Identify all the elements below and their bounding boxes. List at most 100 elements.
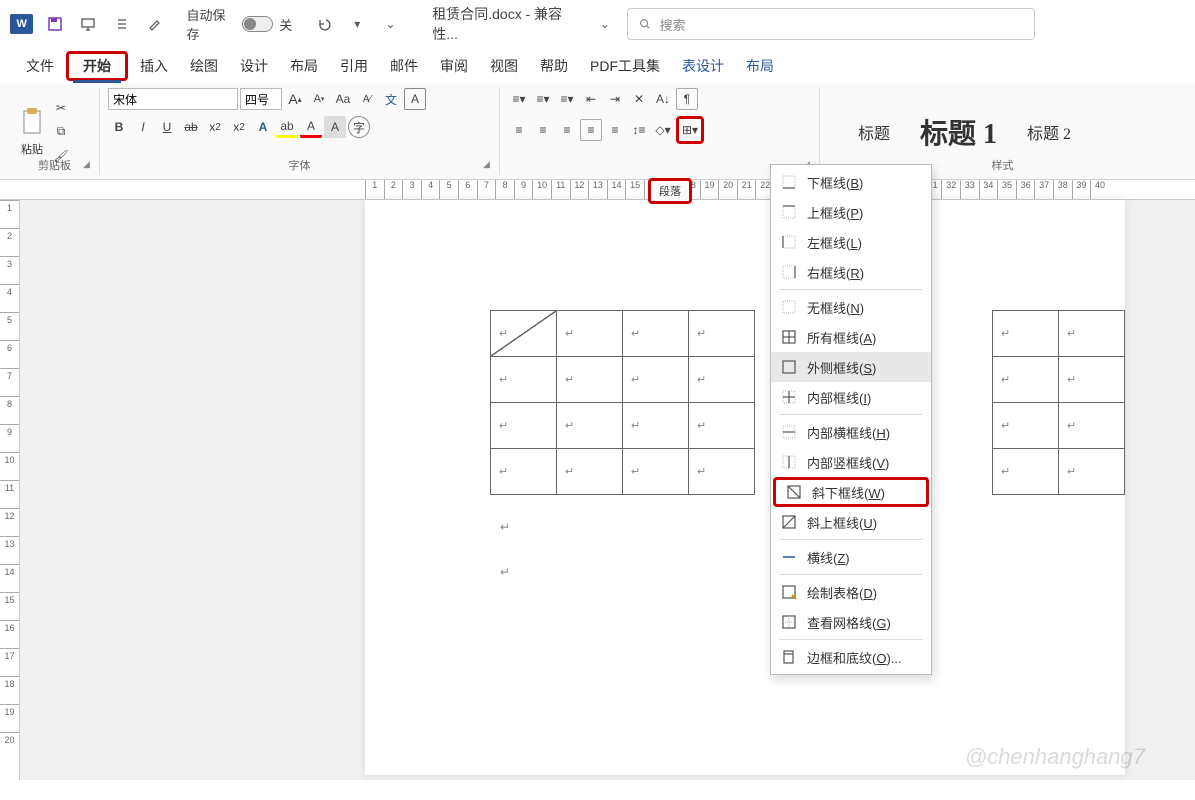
tab-references[interactable]: 引用 <box>330 50 378 82</box>
menu-borders-shading[interactable]: 边框和底纹(O)... <box>771 642 931 672</box>
menu-border-right[interactable]: 右框线(R) <box>771 257 931 287</box>
tab-file[interactable]: 文件 <box>16 50 64 82</box>
table-cell[interactable]: ↵ <box>623 449 689 495</box>
table-cell[interactable]: ↵ <box>689 449 755 495</box>
customize-qat-icon[interactable]: ⌄ <box>379 12 402 36</box>
underline-button[interactable]: U <box>156 116 178 138</box>
menu-border-all[interactable]: 所有框线(A) <box>771 322 931 352</box>
justify-icon[interactable]: ≡ <box>580 119 602 141</box>
subscript-button[interactable]: x2 <box>204 116 226 138</box>
menu-diag-up[interactable]: 斜上框线(U) <box>771 507 931 537</box>
save-icon[interactable] <box>43 12 66 36</box>
present-icon[interactable] <box>77 12 100 36</box>
table-cell[interactable]: ↵ <box>992 357 1058 403</box>
align-left-icon[interactable]: ≡ <box>508 119 530 141</box>
menu-border-top[interactable]: 上框线(P) <box>771 197 931 227</box>
show-marks-icon[interactable]: ¶ <box>676 88 698 110</box>
menu-border-outside[interactable]: 外侧框线(S) <box>771 352 931 382</box>
list-icon[interactable] <box>110 12 133 36</box>
toggle-switch[interactable] <box>242 16 273 32</box>
style-title[interactable]: 标题 <box>858 120 890 144</box>
tab-review[interactable]: 审阅 <box>430 50 478 82</box>
menu-border-left[interactable]: 左框线(L) <box>771 227 931 257</box>
multilevel-icon[interactable]: ≡▾ <box>556 88 578 110</box>
menu-border-inside-h[interactable]: 内部横框线(H) <box>771 417 931 447</box>
bold-button[interactable]: B <box>108 116 130 138</box>
style-heading2[interactable]: 标题 2 <box>1027 120 1071 144</box>
tab-layout[interactable]: 布局 <box>280 50 328 82</box>
tab-pdf[interactable]: PDF工具集 <box>580 50 670 82</box>
italic-button[interactable]: I <box>132 116 154 138</box>
tab-table-layout[interactable]: 布局 <box>736 50 784 82</box>
table-cell[interactable]: ↵ <box>689 403 755 449</box>
asian-layout-icon[interactable]: ✕ <box>628 88 650 110</box>
increase-indent-icon[interactable]: ⇥ <box>604 88 626 110</box>
char-border-icon[interactable]: A <box>404 88 426 110</box>
brush-icon[interactable] <box>143 12 166 36</box>
font-name-select[interactable] <box>108 88 238 110</box>
copy-icon[interactable]: ⧉ <box>50 121 72 143</box>
menu-draw-table[interactable]: 绘制表格(D) <box>771 577 931 607</box>
style-heading1[interactable]: 标题 1 <box>920 112 997 152</box>
table-cell[interactable]: ↵ <box>557 449 623 495</box>
change-case-icon[interactable]: Aa <box>332 88 354 110</box>
menu-border-none[interactable]: 无框线(N) <box>771 292 931 322</box>
search-input[interactable]: 搜索 <box>627 8 1035 40</box>
table-cell[interactable]: ↵ <box>623 403 689 449</box>
menu-hline[interactable]: 横线(Z) <box>771 542 931 572</box>
borders-button[interactable]: ⊞▾ <box>679 119 701 141</box>
grow-font-icon[interactable]: A▴ <box>284 88 306 110</box>
align-right-icon[interactable]: ≡ <box>556 119 578 141</box>
table-cell[interactable]: ↵ <box>1058 449 1124 495</box>
line-spacing-icon[interactable]: ↕≡ <box>628 119 650 141</box>
table-cell[interactable]: ↵ <box>1058 357 1124 403</box>
table-cell[interactable]: ↵ <box>623 357 689 403</box>
menu-border-inside-v[interactable]: 内部竖框线(V) <box>771 447 931 477</box>
menu-view-grid[interactable]: 查看网格线(G) <box>771 607 931 637</box>
tab-draw[interactable]: 绘图 <box>180 50 228 82</box>
table-cell[interactable]: ↵ <box>1058 403 1124 449</box>
align-center-icon[interactable]: ≡ <box>532 119 554 141</box>
sort-icon[interactable]: A↓ <box>652 88 674 110</box>
distributed-icon[interactable]: ≡ <box>604 119 626 141</box>
vertical-ruler[interactable]: 1234567891011121314151617181920 <box>0 200 20 780</box>
tab-view[interactable]: 视图 <box>480 50 528 82</box>
tab-insert[interactable]: 插入 <box>130 50 178 82</box>
menu-border-inside[interactable]: 内部框线(I) <box>771 382 931 412</box>
enclose-char-icon[interactable]: 字 <box>348 116 370 138</box>
font-color-icon[interactable]: A <box>300 116 322 138</box>
menu-border-bottom[interactable]: 下框线(B) <box>771 167 931 197</box>
tab-table-design[interactable]: 表设计 <box>672 50 734 82</box>
table-cell[interactable]: ↵ <box>689 311 755 357</box>
table-cell[interactable]: ↵ <box>557 311 623 357</box>
tab-home[interactable]: 开始 <box>73 52 121 83</box>
table-cell[interactable]: ↵ <box>992 311 1058 357</box>
phonetic-icon[interactable]: A⁄ <box>356 88 378 110</box>
clipboard-launcher[interactable]: ◢ <box>83 159 95 171</box>
paste-icon[interactable] <box>18 107 46 139</box>
char-shading-icon[interactable]: A <box>324 116 346 138</box>
table-cell[interactable]: ↵ <box>557 403 623 449</box>
table-cell[interactable]: ↵ <box>491 357 557 403</box>
tab-help[interactable]: 帮助 <box>530 50 578 82</box>
table-cell[interactable]: ↵ <box>623 311 689 357</box>
table-cell[interactable]: ↵ <box>689 357 755 403</box>
table-cell[interactable]: ↵ <box>491 403 557 449</box>
table-cell[interactable]: ↵ <box>491 449 557 495</box>
shrink-font-icon[interactable]: A▾ <box>308 88 330 110</box>
superscript-button[interactable]: x2 <box>228 116 250 138</box>
strike-button[interactable]: ab <box>180 116 202 138</box>
text-effects-icon[interactable]: A <box>252 116 274 138</box>
autosave-toggle[interactable]: 自动保存 关 <box>186 5 292 43</box>
doc-title-dropdown[interactable]: ⌄ <box>593 12 616 36</box>
table-cell[interactable]: ↵ <box>992 403 1058 449</box>
horizontal-ruler[interactable]: 1234567891011121314151617181920212223242… <box>0 180 1195 200</box>
font-size-select[interactable] <box>240 88 282 110</box>
font-launcher[interactable]: ◢ <box>483 159 495 171</box>
highlight-color-icon[interactable]: ab <box>276 116 298 138</box>
menu-diag-down[interactable]: 斜下框线(W) <box>773 477 929 507</box>
decrease-indent-icon[interactable]: ⇤ <box>580 88 602 110</box>
cut-icon[interactable]: ✂ <box>50 97 72 119</box>
wen-icon[interactable]: 文 <box>380 88 402 110</box>
tab-mailings[interactable]: 邮件 <box>380 50 428 82</box>
